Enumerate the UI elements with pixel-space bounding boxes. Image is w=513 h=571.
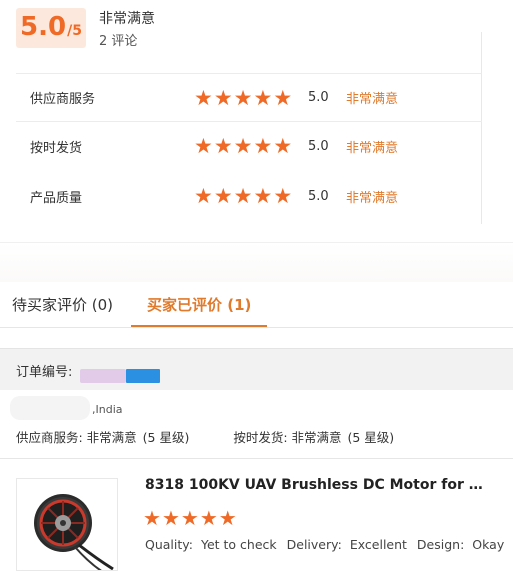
buyer-name-redacted xyxy=(10,396,90,420)
summary-panel-border xyxy=(16,32,482,74)
buyer-supplier-service: 供应商服务: 非常满意 xyxy=(16,430,137,445)
star-icon: ★ xyxy=(253,134,273,158)
buyer-country: ,India xyxy=(92,403,123,416)
rating-value: 5.0 xyxy=(308,188,329,204)
star-icon: ★ xyxy=(233,85,253,110)
attr-key: Quality: xyxy=(145,537,193,552)
rating-breakdown: 供应商服务 ★ ★ ★ ★ ★ 5.0 非常满意 按时发货 ★ ★ ★ ★ ★ 5.0 非常满意… xyxy=(16,74,482,224)
redacted-order-number xyxy=(126,369,160,383)
star-icon: ★ xyxy=(253,85,273,110)
divider xyxy=(0,458,513,459)
rating-value: 5.0 xyxy=(308,138,329,154)
rating-stars: ★ ★ ★ ★ ★ xyxy=(194,185,292,207)
rating-text: 非常满意 xyxy=(346,190,399,206)
product-rating-stars: ★ ★ ★ ★ ★ xyxy=(143,507,237,529)
rating-row-product-quality: 产品质量 ★ ★ ★ ★ ★ 5.0 非常满意 xyxy=(16,172,482,220)
order-number-label: 订单编号: xyxy=(16,365,73,380)
buyer-rating-summary: 供应商服务: 非常满意 (5 星级) 按时发货: 非常满意 (5 星级) xyxy=(16,427,396,446)
product-image[interactable] xyxy=(16,478,118,571)
star-icon: ★ xyxy=(213,184,233,208)
star-icon: ★ xyxy=(273,85,293,110)
star-icon: ★ xyxy=(233,184,253,208)
star-icon: ★ xyxy=(194,85,213,110)
order-bar: 订单编号: xyxy=(0,348,513,390)
rating-text: 非常满意 xyxy=(346,140,399,156)
star-icon: ★ xyxy=(194,184,213,208)
rating-text: 非常满意 xyxy=(346,92,399,107)
review-tabs: 待买家评价 (0) 买家已评价 (1) xyxy=(0,282,513,328)
star-icon: ★ xyxy=(233,134,253,158)
buyer-on-time: 按时发货: 非常满意 xyxy=(233,430,342,445)
tab-buyer-reviewed[interactable]: 买家已评价 (1) xyxy=(147,294,251,315)
star-icon: ★ xyxy=(143,506,161,530)
buyer-on-time-stars: (5 星级) xyxy=(347,430,395,445)
rating-name: 产品质量 xyxy=(30,190,83,206)
active-tab-indicator xyxy=(131,325,267,327)
section-divider xyxy=(0,242,513,282)
star-icon: ★ xyxy=(253,184,273,208)
rating-value: 5.0 xyxy=(308,90,329,105)
star-icon: ★ xyxy=(273,134,293,158)
star-icon: ★ xyxy=(161,506,180,530)
rating-row-on-time: 按时发货 ★ ★ ★ ★ ★ 5.0 非常满意 xyxy=(16,122,482,170)
overall-rating-label: 非常满意 xyxy=(99,11,155,27)
product-title[interactable]: 8318 100KV UAV Brushless DC Motor for 40… xyxy=(145,477,490,493)
attr-key: Delivery: xyxy=(286,537,342,552)
star-icon: ★ xyxy=(194,134,213,158)
star-icon: ★ xyxy=(199,506,218,530)
redacted-order-number xyxy=(80,369,126,383)
star-icon: ★ xyxy=(273,184,293,208)
attr-key: Design: xyxy=(416,537,465,552)
rating-name: 按时发货 xyxy=(30,140,83,156)
attr-value: Excellent xyxy=(349,537,407,552)
rating-stars: ★ ★ ★ ★ ★ xyxy=(194,87,292,109)
attr-value: Okay xyxy=(472,537,505,552)
rating-row-supplier-service: 供应商服务 ★ ★ ★ ★ ★ 5.0 非常满意 xyxy=(16,74,482,122)
product-attributes: Quality: Yet to check Delivery: Excellent … xyxy=(145,537,510,552)
buyer-supplier-service-stars: (5 星级) xyxy=(142,430,190,445)
tab-pending-reviews[interactable]: 待买家评价 (0) xyxy=(12,294,113,315)
rating-stars: ★ ★ ★ ★ ★ xyxy=(194,135,292,157)
attr-value: Yet to check xyxy=(200,537,277,552)
rating-name: 供应商服务 xyxy=(30,92,96,107)
star-icon: ★ xyxy=(180,506,199,530)
star-icon: ★ xyxy=(213,134,233,158)
star-icon: ★ xyxy=(213,85,233,110)
star-icon: ★ xyxy=(218,506,237,530)
